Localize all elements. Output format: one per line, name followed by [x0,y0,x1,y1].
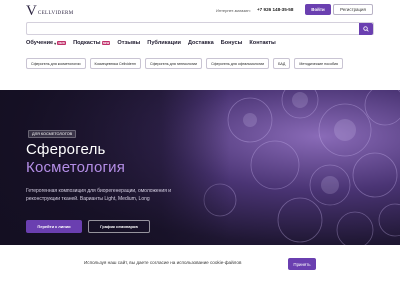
login-button[interactable]: Войти [305,4,331,15]
nav-item-contacts[interactable]: Контакты [249,40,275,46]
nav-item-delivery[interactable]: Доставка [188,40,214,46]
hero-subtitle: Косметология [26,159,126,176]
tag-spherogel-ophthalmology[interactable]: Сферогель для офтальмологии [206,58,270,69]
seminar-schedule-button[interactable]: График семинаров [88,220,150,233]
accept-cookies-button[interactable]: Принять [288,258,316,270]
nav-item-label: Отзывы [117,40,141,46]
category-tags: Сферогель для косметологии Космецевтика … [26,58,347,69]
search-icon [363,26,369,32]
tag-spherogel-gynecology[interactable]: Сферогель для гинекологии [145,58,203,69]
register-button[interactable]: Регистрация [333,4,373,15]
tag-cosmeceuticals[interactable]: Космецевтика Cellviderm [89,58,141,69]
nav-item-education[interactable]: Обучение ▾ NEW [26,40,67,46]
search-bar [26,22,374,35]
logo-text: CELLVIDERM [37,11,74,16]
tag-spherogel-cosmetology[interactable]: Сферогель для косметологии [26,58,86,69]
nav-item-label: Публикации [147,40,181,46]
main-nav: Обучение ▾ NEW Подкасты NEW Отзывы Публи… [26,40,283,46]
search-button[interactable] [359,23,373,35]
nav-item-label: Подкасты [73,40,101,46]
shop-label: Интернет-магазин: [216,8,251,13]
cookie-text: Используя наш сайт, вы даете согласие на… [84,260,242,265]
cookie-banner: Используя наш сайт, вы даете согласие на… [0,250,400,281]
nav-item-reviews[interactable]: Отзывы [117,40,140,46]
hero-banner: ДЛЯ КОСМЕТОЛОГОВ Сферогель Косметология … [0,90,400,245]
logo-mark: V [26,3,37,19]
new-badge: NEW [101,40,111,46]
phone-link[interactable]: +7 926 148-35-58 [257,7,293,12]
hero-description: Гетерогенная композиция для биорегенерац… [26,188,172,202]
nav-item-bonuses[interactable]: Бонусы [221,40,243,46]
tag-manuals[interactable]: Методические пособия [294,58,343,69]
go-to-line-button[interactable]: Перейти к линии [26,220,82,233]
tag-supplements[interactable]: БАД [273,58,291,69]
nav-item-label: Бонусы [220,40,243,46]
new-badge: NEW [57,40,67,46]
audience-badge: ДЛЯ КОСМЕТОЛОГОВ [28,130,77,138]
chevron-down-icon: ▾ [54,40,57,46]
site-header: V CELLVIDERM Интернет-магазин: +7 926 14… [0,0,400,22]
nav-item-podcasts[interactable]: Подкасты NEW [73,40,111,46]
nav-item-publications[interactable]: Публикации [147,40,181,46]
nav-item-label: Контакты [249,40,276,46]
hero-title: Сферогель [26,141,106,158]
logo[interactable]: V CELLVIDERM [26,3,74,19]
search-input[interactable] [30,24,350,34]
nav-item-label: Обучение [26,40,54,46]
nav-item-label: Доставка [187,40,214,46]
